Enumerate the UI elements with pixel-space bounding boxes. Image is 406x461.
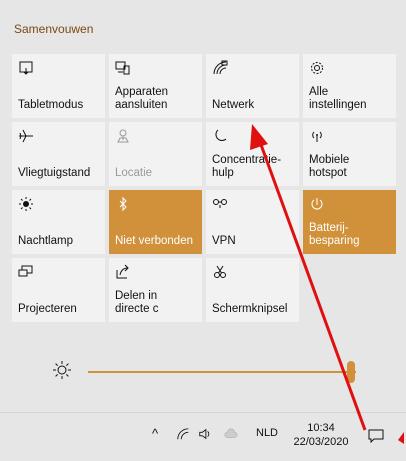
brightness-slider-track[interactable] [88, 371, 356, 373]
wifi-icon[interactable] [176, 427, 190, 444]
tile-label: Batterij- besparing [309, 222, 360, 247]
tile-tablet-mode[interactable]: Tabletmodus [12, 54, 105, 118]
tile-connect-devices[interactable]: Apparaten aansluiten [109, 54, 202, 118]
tile-nearby-share[interactable]: Delen in directe c [109, 258, 202, 322]
tile-airplane-mode[interactable]: Vliegtuigstand [12, 122, 105, 186]
tile-label: Tabletmodus [18, 99, 84, 111]
network-icon [212, 60, 228, 76]
brightness-slider-thumb[interactable] [347, 361, 355, 383]
clock-date: 22/03/2020 [293, 436, 349, 448]
language-indicator[interactable]: NLD [256, 427, 278, 439]
tile-network[interactable]: Netwerk [206, 54, 299, 118]
hotspot-icon [309, 128, 325, 144]
brightness-slider-row [12, 350, 398, 390]
nearby-share-icon [115, 264, 131, 280]
snip-icon [212, 264, 228, 280]
location-icon [115, 128, 131, 144]
tile-vpn[interactable]: VPN [206, 190, 299, 254]
tile-label: Niet verbonden [115, 235, 193, 247]
tile-project[interactable]: Projecteren [12, 258, 105, 322]
tile-label: Netwerk [212, 99, 255, 111]
bluetooth-icon [115, 196, 131, 212]
tile-label: Concentratie- hulp [212, 154, 282, 179]
tile-all-settings[interactable]: Alle instellingen [303, 54, 396, 118]
collapse-button[interactable]: Samenvouwen [14, 22, 93, 36]
airplane-icon [18, 128, 34, 144]
connect-devices-icon [115, 60, 131, 76]
cloud-icon[interactable] [224, 427, 238, 444]
tile-label: Locatie [115, 167, 153, 179]
brightness-sun-icon [52, 360, 72, 380]
tile-label: Delen in directe c [115, 290, 159, 315]
action-center-icon[interactable] [368, 429, 384, 444]
project-icon [18, 264, 34, 280]
taskbar-tray: ^ NLD 10:34 22/03/2020 [0, 412, 406, 461]
clock-time: 10:34 [307, 422, 335, 434]
tile-screen-snip[interactable]: Schermknipsel [206, 258, 299, 322]
gear-icon [309, 60, 325, 76]
tablet-mode-icon [18, 60, 34, 76]
tile-mobile-hotspot[interactable]: Mobiele hotspot [303, 122, 396, 186]
tile-location[interactable]: Locatie [109, 122, 202, 186]
vpn-icon [212, 196, 228, 212]
action-center-panel: Samenvouwen Tabletmodus Apparaten aanslu… [0, 0, 406, 461]
tile-label: Vliegtuigstand [18, 167, 91, 179]
tile-night-light[interactable]: Nachtlamp [12, 190, 105, 254]
battery-saver-icon [309, 196, 325, 212]
tile-label: VPN [212, 235, 236, 247]
nightlight-icon [18, 196, 34, 212]
volume-icon[interactable] [198, 427, 212, 444]
clock[interactable]: 10:34 22/03/2020 [292, 421, 350, 449]
moon-icon [212, 128, 228, 144]
tile-focus-assist[interactable]: Concentratie- hulp [206, 122, 299, 186]
tile-label: Nachtlamp [18, 235, 73, 247]
chevron-up-icon[interactable]: ^ [152, 426, 158, 441]
tile-bluetooth[interactable]: Niet verbonden [109, 190, 202, 254]
tile-battery-saver[interactable]: Batterij- besparing [303, 190, 396, 254]
tile-label: Apparaten aansluiten [115, 86, 169, 111]
tile-label: Alle instellingen [309, 86, 367, 111]
tile-label: Schermknipsel [212, 303, 288, 315]
tile-label: Mobiele hotspot [309, 154, 350, 179]
tile-label: Projecteren [18, 303, 77, 315]
